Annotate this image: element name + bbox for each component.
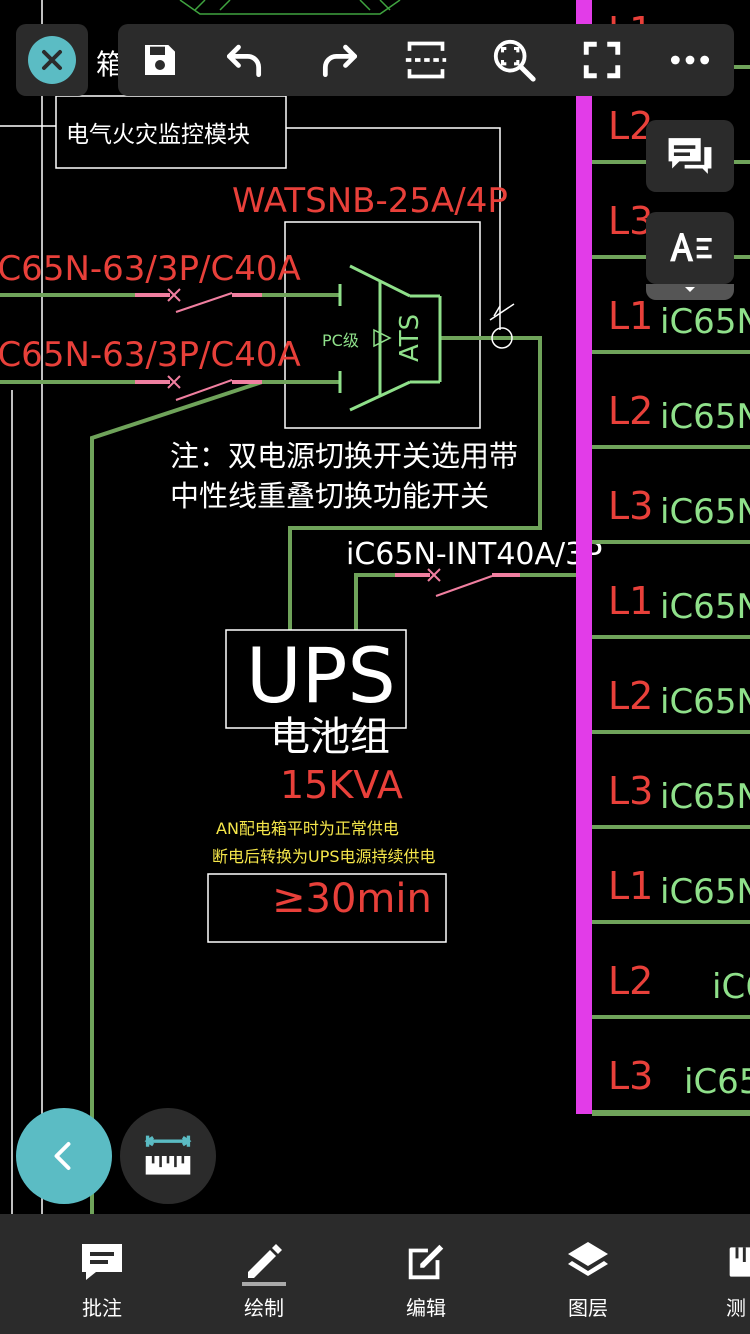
ups-label: UPS — [246, 631, 396, 720]
comments-icon — [668, 138, 712, 174]
nav-layers[interactable]: 图层 — [538, 1214, 638, 1334]
measure-button[interactable] — [120, 1108, 216, 1204]
note-line-2: 中性线重叠切换功能开关 — [170, 479, 489, 513]
phase-breaker-label: iC65N — [684, 1062, 750, 1102]
undo-icon — [226, 44, 262, 78]
phase-label: L3 — [608, 769, 653, 813]
undo-button[interactable] — [218, 34, 270, 86]
phase-label: L2 — [608, 674, 653, 718]
an-note-2: 断电后转换为UPS电源持续供电 — [212, 847, 436, 866]
edit-icon — [408, 1244, 444, 1280]
ups-rating: 15KVA — [280, 763, 403, 807]
phase-label: L3 — [608, 484, 653, 528]
phase-breaker-label: iC65N — [660, 492, 750, 532]
redo-button[interactable] — [314, 34, 366, 86]
battery-label: 电池组 — [270, 714, 390, 760]
chevron-left-icon — [54, 1142, 71, 1170]
text-style-icon — [670, 233, 712, 262]
comments-button[interactable] — [646, 120, 734, 192]
zoom-fit-icon — [493, 39, 536, 82]
phase-breaker-label: iC65N — [660, 777, 750, 817]
nav-label: 图层 — [568, 1296, 608, 1320]
redo-icon — [322, 44, 358, 78]
more-icon — [670, 55, 710, 65]
crop-icon — [405, 41, 447, 79]
phase-label: L1 — [608, 864, 653, 908]
close-icon — [28, 36, 76, 84]
cad-drawing-canvas[interactable]: 箱 电气火灾监控模块 WATSNB-25A/4P iC65N-63/3P/C40… — [0, 0, 750, 1214]
ruler-icon — [729, 1247, 750, 1277]
phase-label: L3 — [608, 1054, 653, 1098]
comment-icon — [82, 1244, 122, 1280]
zoom-fit-button[interactable] — [488, 34, 540, 86]
ats-label: ATS — [395, 314, 425, 362]
chevron-down-icon — [685, 287, 695, 292]
nav-edit[interactable]: 编辑 — [376, 1214, 476, 1334]
phase-breaker-label: iC65N — [660, 397, 750, 437]
ruler-measure-icon — [144, 1135, 192, 1175]
ats-spec-label: WATSNB-25A/4P — [232, 181, 508, 221]
nav-annotate[interactable]: 批注 — [52, 1214, 152, 1334]
phase-breaker-label: iC65N — [660, 682, 750, 722]
phase-breaker-label: iC65N — [660, 302, 750, 342]
phase-breaker-label: iC65N — [660, 872, 750, 912]
fire-monitor-module: 电气火灾监控模块 — [66, 122, 250, 148]
breaker-label-2: iC65N-63/3P/C40A — [0, 335, 301, 375]
crop-button[interactable] — [400, 34, 452, 86]
breaker-label-1: iC65N-63/3P/C40A — [0, 249, 301, 289]
phase-breaker-label: iC6 — [712, 967, 750, 1007]
nav-draw[interactable]: 绘制 — [214, 1214, 314, 1334]
an-note-1: AN配电箱平时为正常供电 — [216, 819, 399, 838]
save-button[interactable] — [134, 34, 186, 86]
int-breaker-spec: iC65N-INT40A/3P — [346, 537, 602, 572]
text-style-button[interactable] — [646, 212, 734, 284]
phase-label: L2 — [608, 389, 653, 433]
save-icon — [145, 45, 175, 75]
phase-label: L1 — [608, 579, 653, 623]
phase-label: L2 — [608, 959, 653, 1003]
close-button[interactable] — [16, 24, 88, 96]
more-button[interactable] — [664, 34, 716, 86]
nav-label: 编辑 — [406, 1296, 446, 1320]
phase-breaker-label: iC65N — [660, 587, 750, 627]
layers-icon — [568, 1242, 608, 1276]
fullscreen-button[interactable] — [576, 34, 628, 86]
nav-measure[interactable]: 测 — [700, 1214, 750, 1334]
bottom-nav: 批注 绘制 编辑 图层 测 — [0, 1214, 750, 1334]
note-line-1: 注：双电源切换开关选用带 — [170, 439, 518, 473]
top-toolbar — [118, 24, 734, 96]
side-panel-expand[interactable] — [646, 284, 734, 300]
pencil-icon — [242, 1244, 286, 1286]
back-button[interactable] — [16, 1108, 112, 1204]
duration-label: ≥30min — [272, 876, 432, 922]
fullscreen-icon — [583, 41, 621, 79]
nav-label: 绘制 — [244, 1296, 284, 1320]
phase-label: L1 — [608, 294, 653, 338]
pc-class-label: PC级 — [322, 331, 359, 350]
nav-label: 批注 — [82, 1296, 122, 1320]
nav-label: 测 — [726, 1296, 746, 1320]
